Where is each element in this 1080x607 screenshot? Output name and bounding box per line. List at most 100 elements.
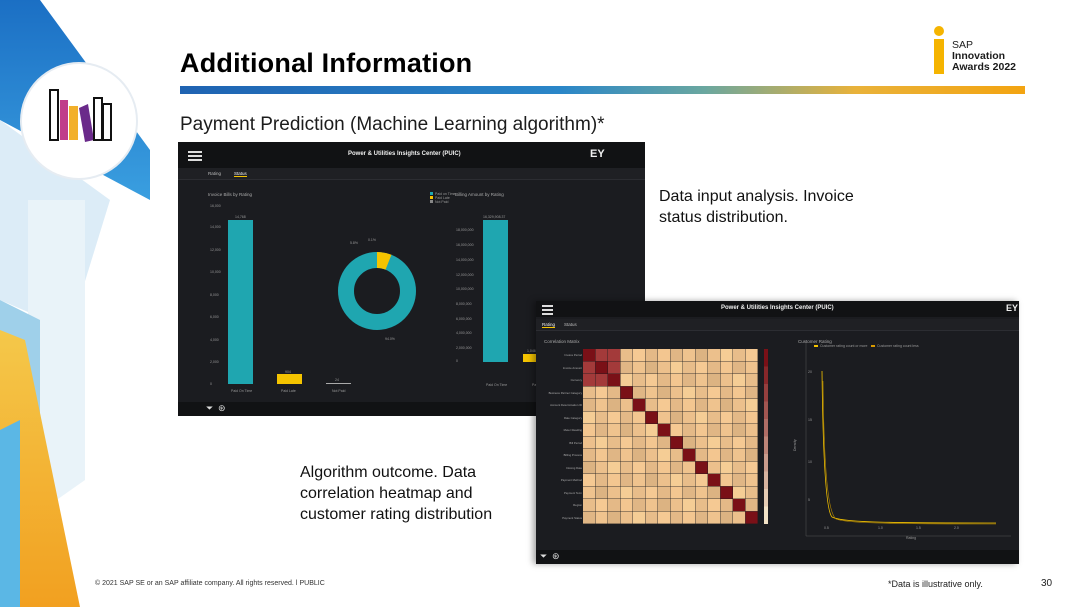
heatmap-cell — [595, 411, 608, 424]
bar-billing-paid-on-time — [483, 220, 508, 362]
heatmap-cell — [583, 361, 596, 374]
heatmap-cell — [608, 449, 621, 462]
heatmap-scale-segment — [764, 401, 768, 419]
sap-award-logo: SAP Innovation Awards 2022 — [934, 26, 1034, 76]
density-curve-1 — [821, 370, 997, 524]
svg-text:0: 0 — [456, 359, 458, 363]
heatmap-cell — [720, 361, 733, 374]
heatmap-cell — [683, 499, 696, 512]
heatmap-cell — [620, 511, 633, 524]
heatmap-cell — [695, 399, 708, 412]
heatmap-cell — [745, 386, 758, 399]
globe-icon[interactable]: ⊛ — [552, 551, 560, 562]
heatmap-cell — [670, 361, 683, 374]
heatmap-cell — [670, 461, 683, 474]
heatmap-cell — [645, 424, 658, 437]
heatmap-cell — [608, 361, 621, 374]
heatmap-cell — [683, 486, 696, 499]
heatmap-cell — [583, 449, 596, 462]
heatmap-cell — [708, 386, 721, 399]
heatmap-cell — [633, 461, 646, 474]
heatmap-row-label: Account Determination ID — [550, 403, 582, 407]
svg-text:16,329,908.37: 16,329,908.37 — [483, 215, 505, 219]
tab-rating[interactable]: Rating — [542, 322, 556, 328]
heatmap-cell — [658, 486, 671, 499]
hamburger-menu-icon[interactable] — [542, 305, 553, 315]
heatmap-cell — [695, 474, 708, 487]
heatmap-cell — [645, 349, 658, 362]
donut-chart — [338, 252, 416, 330]
heatmap-cell — [583, 499, 596, 512]
heatmap-scale-segment — [764, 471, 768, 489]
heatmap-cell — [670, 486, 683, 499]
heatmap-cell — [720, 486, 733, 499]
heatmap-cell — [708, 361, 721, 374]
heatmap-cell — [745, 411, 758, 424]
bar-paid-on-time — [228, 220, 253, 384]
heatmap-row-label: Invoice Period — [564, 353, 582, 357]
svg-text:10,000: 10,000 — [210, 270, 221, 274]
heatmap-cell — [733, 449, 746, 462]
heatmap-cell — [620, 499, 633, 512]
heatmap-cell — [745, 424, 758, 437]
heatmap-cell — [608, 424, 621, 437]
heatmap-cell — [620, 399, 633, 412]
tab-status[interactable]: Status — [564, 322, 577, 327]
heatmap-cell — [620, 386, 633, 399]
heatmap-cell — [658, 374, 671, 387]
heatmap-cell — [658, 411, 671, 424]
heatmap-cell — [708, 511, 721, 524]
svg-text:6,000,000: 6,000,000 — [456, 317, 472, 321]
heatmap-cell — [720, 424, 733, 437]
filter-icon[interactable]: ⏷ — [206, 403, 213, 414]
heatmap-cell — [683, 511, 696, 524]
heatmap-cell — [658, 436, 671, 449]
heatmap-cell — [745, 474, 758, 487]
heatmap-cell — [695, 449, 708, 462]
heatmap-cell — [645, 361, 658, 374]
heatmap-cell — [683, 461, 696, 474]
heatmap-cell — [695, 386, 708, 399]
svg-text:Paid On Time: Paid On Time — [231, 389, 252, 393]
heatmap-cell — [583, 474, 596, 487]
heatmap-cell — [745, 361, 758, 374]
heatmap-cell — [583, 374, 596, 387]
heatmap-cell — [670, 449, 683, 462]
heatmap-cell — [683, 386, 696, 399]
heatmap-scale-segment — [764, 349, 768, 367]
heatmap-cell — [670, 386, 683, 399]
heatmap-cell — [695, 374, 708, 387]
heatmap-cell — [608, 349, 621, 362]
heatmap-cell — [608, 499, 621, 512]
svg-text:1.0: 1.0 — [878, 526, 883, 530]
heatmap-scale-segment — [764, 384, 768, 402]
heatmap-cell — [658, 386, 671, 399]
heatmap-cell — [670, 424, 683, 437]
heatmap-cell — [733, 499, 746, 512]
heatmap-cell — [695, 499, 708, 512]
heatmap-cell — [583, 424, 596, 437]
title-underline — [180, 86, 1025, 94]
svg-text:10: 10 — [808, 460, 812, 464]
heatmap-cell — [608, 486, 621, 499]
filter-icon[interactable]: ⏷ — [540, 551, 547, 562]
heatmap-cell — [620, 411, 633, 424]
globe-icon[interactable]: ⊛ — [218, 403, 226, 414]
heatmap-cell — [720, 349, 733, 362]
svg-text:5: 5 — [808, 498, 810, 502]
y-axis-ticks: 0 2,000 4,000 6,000 8,000 10,000 12,000 14,00… — [210, 204, 221, 386]
heatmap-cell — [683, 349, 696, 362]
heatmap-cell — [583, 399, 596, 412]
heatmap-cell — [683, 411, 696, 424]
heatmap-cell — [708, 411, 721, 424]
bar-not-paid — [326, 383, 351, 384]
heatmap-cell — [658, 349, 671, 362]
heatmap-cell — [733, 436, 746, 449]
heatmap-cell — [583, 386, 596, 399]
heatmap-row-label: Meter Reading — [563, 428, 582, 432]
heatmap-cell — [645, 399, 658, 412]
heatmap-cell — [645, 436, 658, 449]
heatmap-cell — [708, 399, 721, 412]
heatmap-cell — [720, 499, 733, 512]
svg-text:20: 20 — [808, 370, 812, 374]
